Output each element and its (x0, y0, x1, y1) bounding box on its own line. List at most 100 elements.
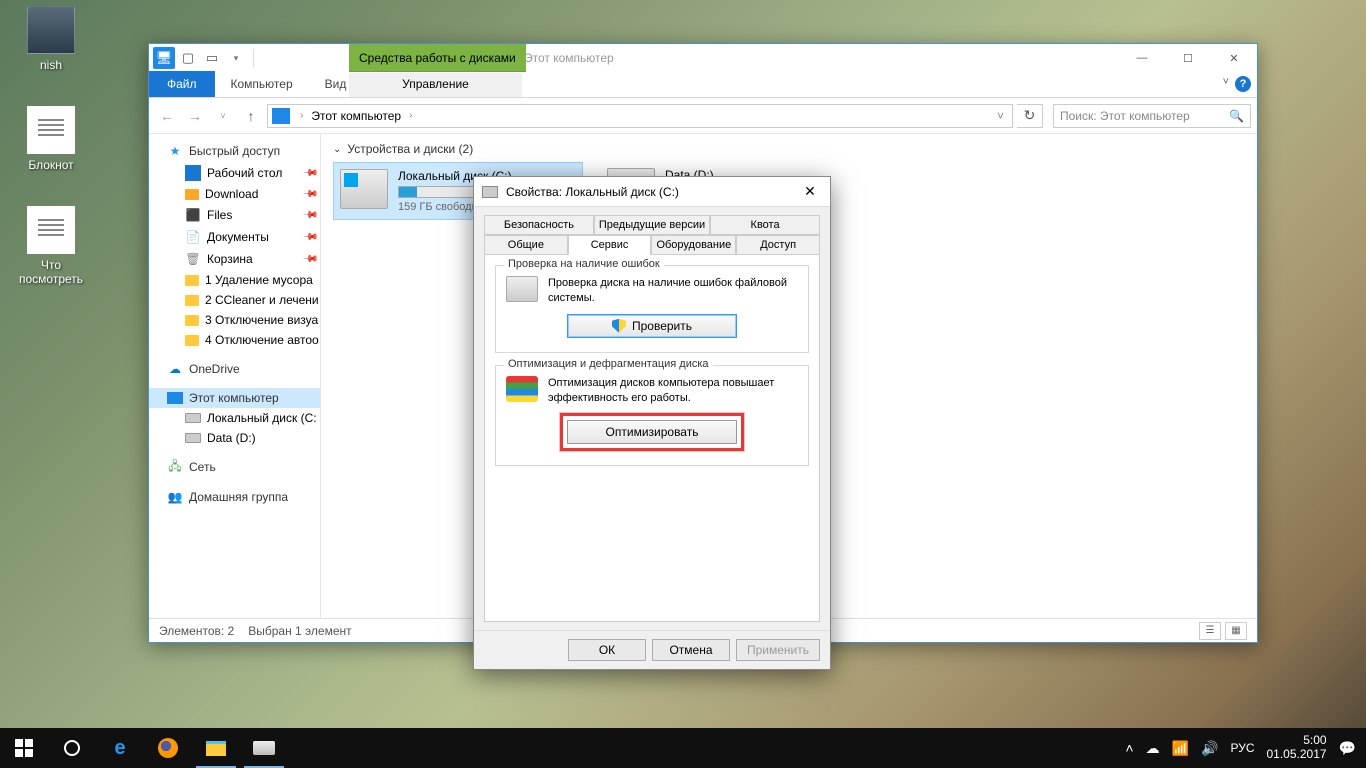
tab-security[interactable]: Безопасность (484, 215, 594, 235)
fieldset-errorcheck: Проверка на наличие ошибок Проверка диск… (495, 265, 809, 353)
chevron-right-icon[interactable]: › (296, 110, 307, 121)
ribbon-expand-icon[interactable]: ˅ (1223, 76, 1229, 92)
group-header[interactable]: ⌄ Устройства и диски (2) (333, 142, 1245, 156)
dialog-titlebar[interactable]: Свойства: Локальный диск (C:) ✕ (474, 177, 830, 207)
nav-onedrive[interactable]: ☁OneDrive (149, 358, 320, 380)
ok-button[interactable]: ОК (568, 639, 646, 661)
fieldset-legend: Проверка на наличие ошибок (504, 258, 664, 270)
taskbar-explorer[interactable] (192, 728, 240, 768)
window-title: Этот компьютер (524, 44, 614, 72)
minimize-button[interactable]: — (1119, 44, 1165, 72)
view-details-button[interactable]: ☰ (1199, 622, 1221, 640)
tab-hardware[interactable]: Оборудование (651, 235, 736, 255)
tray-chevron-icon[interactable]: ˄ (1125, 740, 1133, 756)
optimize-text: Оптимизация дисков компьютера повышает э… (548, 376, 798, 406)
check-button[interactable]: Проверить (567, 314, 737, 338)
clock-date: 01.05.2017 (1267, 748, 1327, 762)
nav-folder-3[interactable]: 3 Отключение визуа (149, 310, 320, 330)
tab-tools[interactable]: Сервис (568, 235, 652, 255)
documents-icon: 📄 (185, 229, 201, 245)
network-icon: 🖧 (167, 459, 183, 475)
nav-folder-1[interactable]: 1 Удаление мусора (149, 270, 320, 290)
nav-drive-d[interactable]: Data (D:) (149, 428, 320, 448)
apply-button[interactable]: Применить (736, 639, 820, 661)
dialog-title: Свойства: Локальный диск (C:) (506, 185, 679, 199)
start-button[interactable] (0, 728, 48, 768)
nav-files[interactable]: ⬛Files📌 (149, 204, 320, 226)
ribbon-tab-file[interactable]: Файл (149, 71, 215, 97)
circle-icon (64, 740, 80, 756)
tab-prev-versions[interactable]: Предыдущие версии (594, 215, 710, 235)
nav-recent-icon[interactable]: ˅ (211, 104, 235, 128)
nav-folder-2[interactable]: 2 CCleaner и лечени (149, 290, 320, 310)
textfile-icon (27, 106, 75, 154)
icon-label: nish (13, 58, 89, 72)
nav-documents[interactable]: 📄Документы📌 (149, 226, 320, 248)
fieldset-legend: Оптимизация и дефрагментация диска (504, 358, 713, 370)
breadcrumb-segment[interactable]: Этот компьютер (307, 109, 405, 123)
maximize-button[interactable]: ☐ (1165, 44, 1211, 72)
divider (253, 49, 254, 67)
pin-icon: 📌 (301, 251, 318, 268)
desktop-icon-what-to-watch[interactable]: Что посмотреть (13, 206, 89, 286)
trash-icon: 🗑 (185, 251, 201, 267)
close-button[interactable]: ✕ (1211, 44, 1257, 72)
nav-drive-c[interactable]: Локальный диск (C: (149, 408, 320, 428)
windows-icon (15, 739, 33, 757)
taskbar-firefox[interactable] (144, 728, 192, 768)
tray-wifi-icon[interactable]: 📶 (1172, 740, 1189, 757)
nav-this-pc[interactable]: Этот компьютер (149, 388, 320, 408)
tray-clock[interactable]: 5:00 01.05.2017 (1267, 734, 1327, 762)
nav-quick-access[interactable]: ★Быстрый доступ (149, 140, 320, 162)
nav-up-button[interactable]: ↑ (239, 104, 263, 128)
help-icon[interactable]: ? (1235, 76, 1251, 92)
close-button[interactable]: ✕ (790, 177, 830, 207)
refresh-button[interactable]: ↻ (1017, 104, 1043, 128)
taskbar-edge[interactable]: e (96, 728, 144, 768)
clock-time: 5:00 (1267, 734, 1327, 748)
nav-folder-4[interactable]: 4 Отключение автоо (149, 330, 320, 350)
tray-notifications-icon[interactable]: 💬 (1339, 740, 1356, 757)
desktop-icon-notepad[interactable]: Блокнот (13, 106, 89, 172)
optimize-button[interactable]: Оптимизировать (567, 420, 737, 444)
qat-dropdown-icon[interactable]: ▾ (225, 47, 247, 69)
nav-download[interactable]: Download📌 (149, 184, 320, 204)
pc-icon (272, 108, 290, 124)
tab-quota[interactable]: Квота (710, 215, 820, 235)
view-tiles-button[interactable]: ▦ (1225, 622, 1247, 640)
nav-forward-button[interactable]: → (183, 104, 207, 128)
cancel-button[interactable]: Отмена (652, 639, 730, 661)
ribbon-tab-manage[interactable]: Управление (349, 73, 522, 97)
nav-back-button[interactable]: ← (155, 104, 179, 128)
qat-item[interactable]: ▭ (201, 47, 223, 69)
qat-item[interactable]: ▢ (177, 47, 199, 69)
tray-volume-icon[interactable]: 🔊 (1201, 740, 1218, 757)
ribbon-tab-computer[interactable]: Компьютер (215, 73, 309, 97)
breadcrumb[interactable]: › Этот компьютер › ˅ (267, 104, 1013, 128)
navigation-pane: ★Быстрый доступ Рабочий стол📌 Download📌 … (149, 134, 321, 618)
folder-icon (185, 315, 199, 326)
taskbar-cortana[interactable] (48, 728, 96, 768)
chevron-right-icon[interactable]: › (405, 110, 416, 121)
nav-network[interactable]: 🖧Сеть (149, 456, 320, 478)
taskbar-properties[interactable] (240, 728, 288, 768)
icon-label: Что посмотреть (13, 258, 89, 286)
drive-icon (482, 186, 498, 198)
tab-strip: Безопасность Предыдущие версии Квота Общ… (484, 215, 820, 255)
nav-recycle[interactable]: 🗑Корзина📌 (149, 248, 320, 270)
tab-general[interactable]: Общие (484, 235, 568, 255)
tray-language[interactable]: РУС (1230, 741, 1254, 755)
contextual-tab-header[interactable]: Средства работы с дисками (349, 44, 526, 72)
pc-icon[interactable]: 🖥 (153, 47, 175, 69)
address-dropdown-icon[interactable]: ˅ (991, 109, 1010, 123)
ribbon: Файл Компьютер Вид Управление ˅ ? (149, 72, 1257, 98)
nav-desktop[interactable]: Рабочий стол📌 (149, 162, 320, 184)
titlebar[interactable]: 🖥 ▢ ▭ ▾ Средства работы с дисками Этот к… (149, 44, 1257, 72)
nav-homegroup[interactable]: 👥Домашняя группа (149, 486, 320, 508)
tray-onedrive-icon[interactable]: ☁ (1146, 740, 1160, 757)
pc-icon (167, 392, 183, 404)
search-input[interactable]: Поиск: Этот компьютер 🔍 (1053, 104, 1251, 128)
onedrive-icon: ☁ (167, 361, 183, 377)
desktop-icon-nish[interactable]: nish (13, 6, 89, 72)
tab-sharing[interactable]: Доступ (736, 235, 820, 255)
